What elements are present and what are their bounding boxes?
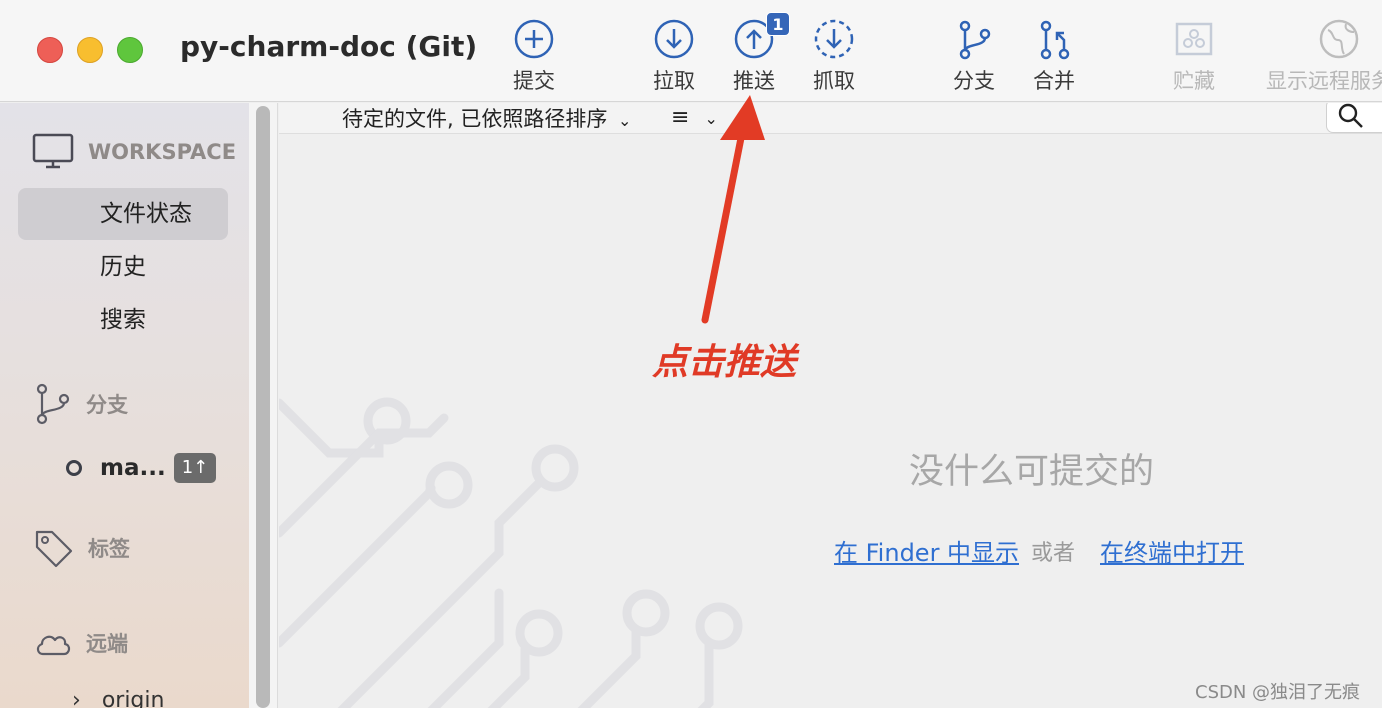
sidebar-scrollbar-thumb[interactable] xyxy=(256,106,270,708)
push-count-badge: 1 xyxy=(766,12,790,36)
empty-state-message: 没什么可提交的 xyxy=(909,452,1155,492)
search-icon xyxy=(1338,103,1363,128)
pull-label: 拉取 xyxy=(653,69,695,93)
sidebar-item-file-status[interactable]: 文件状态 xyxy=(18,188,228,240)
or-separator: 或者 xyxy=(1031,541,1076,566)
tags-header: 标签 xyxy=(88,537,130,561)
commit-button[interactable]: 提交 xyxy=(489,18,579,98)
remotes-header: 远端 xyxy=(86,632,128,656)
show-remote-button[interactable]: 显示远程服务 xyxy=(1266,18,1382,98)
annotation-arrow xyxy=(701,95,765,324)
workspace-header: WORKSPACE xyxy=(88,140,237,164)
branch-icon xyxy=(959,20,991,60)
show-remote-label: 显示远程服务 xyxy=(1266,69,1382,93)
current-branch-icon xyxy=(66,460,82,476)
sidebar-item-label: 文件状态 xyxy=(100,201,192,227)
fetch-label: 抓取 xyxy=(813,69,855,93)
sidebar-item-label: 历史 xyxy=(100,254,146,280)
branches-section[interactable]: 分支 xyxy=(34,383,128,425)
tags-section[interactable]: 标签 xyxy=(34,528,130,568)
ahead-count-badge: 1↑ xyxy=(173,453,217,483)
workspace-section: WORKSPACE xyxy=(32,133,236,171)
remotes-section[interactable]: 远端 xyxy=(34,628,128,658)
minimize-window-button[interactable] xyxy=(77,37,103,63)
main-panel: 待定的文件, 已依照路径排序 ⌄ ≡ ⌄ 没什么可提交的 在 Finder 中显… xyxy=(279,103,1382,708)
push-label: 推送 xyxy=(733,69,775,93)
fetch-dashed-circle-icon xyxy=(814,19,854,59)
zoom-window-button[interactable] xyxy=(117,37,143,63)
file-list-header: 待定的文件, 已依照路径排序 ⌄ ≡ ⌄ xyxy=(279,103,1382,134)
cloud-icon xyxy=(36,635,71,656)
show-in-finder-link[interactable]: 在 Finder 中显示 xyxy=(834,533,1019,568)
annotation-label: 点击推送 xyxy=(652,341,797,383)
toolbar: py-charm-doc (Git) 提交 拉取 1 推送 抓取 分支 合并 贮… xyxy=(0,0,1382,102)
merge-label: 合并 xyxy=(1033,69,1075,93)
sort-order-label: 待定的文件, 已依照路径排序 xyxy=(342,107,608,131)
stash-button[interactable]: 贮藏 xyxy=(1149,18,1239,98)
sidebar: WORKSPACE 文件状态 历史 搜索 分支 ma... 1↑ 标签 远端 ›… xyxy=(0,103,249,708)
window-title: py-charm-doc (Git) xyxy=(180,30,478,63)
branch-button[interactable]: 分支 xyxy=(929,18,1019,98)
arrow-down-circle-icon xyxy=(654,19,694,59)
circuit-background-illustration xyxy=(279,397,743,708)
watermark: CSDN @独泪了无痕 xyxy=(1195,682,1361,703)
chevron-down-icon: ⌄ xyxy=(618,111,632,130)
commit-label: 提交 xyxy=(513,69,555,93)
monitor-icon xyxy=(32,133,74,169)
branches-header: 分支 xyxy=(86,393,128,417)
push-button[interactable]: 1 推送 xyxy=(709,12,799,98)
branch-name: ma... xyxy=(100,455,166,481)
merge-icon xyxy=(1040,20,1070,60)
globe-icon xyxy=(1319,19,1359,59)
branch-icon xyxy=(36,383,70,425)
fetch-button[interactable]: 抓取 xyxy=(789,18,879,98)
remote-name: origin xyxy=(101,688,165,708)
sidebar-item-history[interactable]: 历史 xyxy=(18,241,228,293)
merge-button[interactable]: 合并 xyxy=(1009,18,1099,98)
sort-order-select[interactable]: 待定的文件, 已依照路径排序 ⌄ xyxy=(342,103,631,133)
plus-circle-icon xyxy=(514,19,554,59)
chevron-right-icon: › xyxy=(72,688,81,708)
remote-item-origin[interactable]: › origin xyxy=(72,688,164,708)
stash-box-icon xyxy=(1175,22,1213,56)
stash-label: 贮藏 xyxy=(1173,69,1215,93)
pull-button[interactable]: 拉取 xyxy=(629,18,719,98)
close-window-button[interactable] xyxy=(37,37,63,63)
sidebar-item-label: 搜索 xyxy=(100,307,146,333)
search-input[interactable] xyxy=(1326,103,1382,133)
open-in-terminal-link[interactable]: 在终端中打开 xyxy=(1100,533,1244,568)
branch-label: 分支 xyxy=(953,69,995,93)
sidebar-item-search[interactable]: 搜索 xyxy=(18,294,228,346)
branch-item-main[interactable]: ma... 1↑ xyxy=(66,453,217,483)
tag-icon xyxy=(35,530,73,568)
